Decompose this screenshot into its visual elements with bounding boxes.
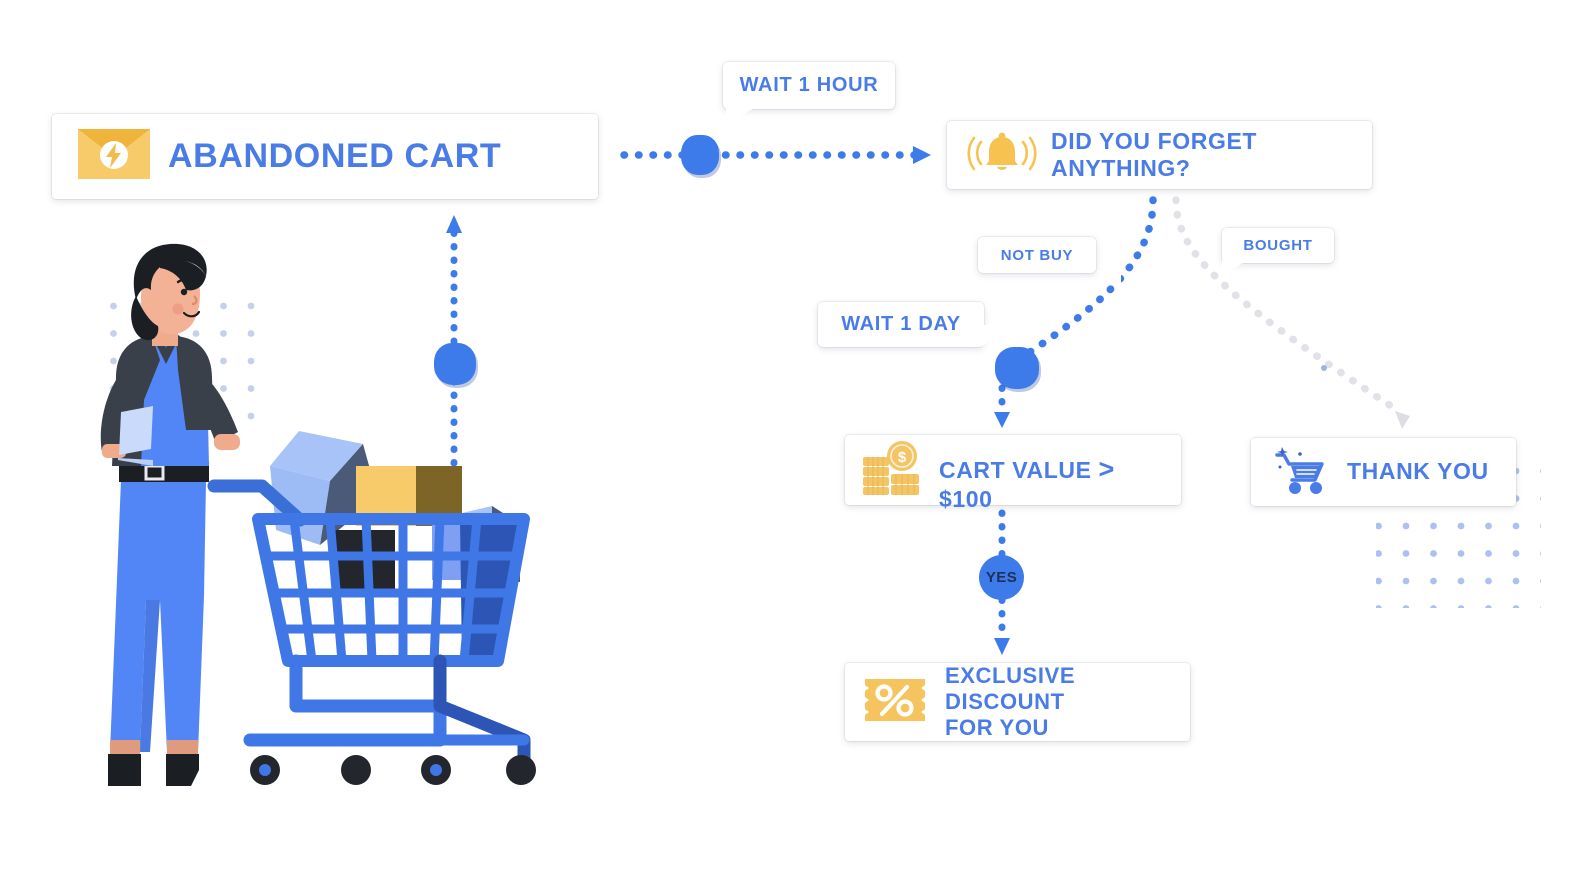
cart-wheel-2 [341,755,371,785]
woman-neck [152,320,178,346]
cart-basket [252,513,530,667]
box-blue-right-body [432,520,492,580]
node-yes-label: YES [985,569,1018,586]
bubble-bought: BOUGHT [1222,228,1334,276]
cart-handle [207,479,307,527]
arrowhead-illustration-up [446,215,462,233]
woman-shoe-left [108,754,141,786]
box-lightblue-right [320,444,378,545]
ringing-bell-icon [967,130,1037,181]
woman-shoe-left-heel [131,770,141,786]
woman-collar [152,332,180,364]
box-yellow-side [416,466,462,526]
card-did-you-forget-label: DID YOU FORGET ANYTHING? [1051,127,1258,181]
card-abandoned-cart[interactable]: ABANDONED CART [52,114,598,199]
cart-wheel-1-hub [259,764,271,776]
woman-hand-right [214,434,240,450]
card-thank-you-label: THANK YOU [1347,458,1489,485]
node-wait-1-hour[interactable] [681,135,719,175]
cart-frame [243,654,447,747]
bubble-wait-1-hour: WAIT 1 HOUR [723,62,895,125]
card-thank-you[interactable]: THANK YOU [1251,438,1516,506]
woman-arm-right [188,372,238,444]
card-did-you-forget[interactable]: DID YOU FORGET ANYTHING? [947,121,1372,189]
bubble-tail [982,325,1006,347]
arrowhead-thankyou [1395,411,1410,429]
bubble-wait-1-day-label: WAIT 1 DAY [841,313,961,335]
woman-legs [110,480,206,752]
svg-text:$: $ [898,449,907,466]
cart-basket-grid-v [289,518,482,662]
cart-basket-grid-h [265,551,518,634]
bubble-wait-1-hour-label: WAIT 1 HOUR [739,74,879,96]
bubble-not-buy-label: NOT BUY [1000,246,1074,264]
cart-value-text-pre: CART VALUE [939,457,1099,484]
edge-notbuy [1026,196,1157,356]
woman-head [141,258,200,334]
node-illustration-midpoint[interactable] [434,343,476,385]
bubble-not-buy: NOT BUY [978,237,1121,286]
woman-eyebrow [176,278,194,284]
cart-value-gt-symbol: > [1098,454,1115,485]
box-blue-right [432,506,520,540]
woman-arm-left [100,380,134,452]
woman-torso [118,336,209,466]
arrowhead-forget [913,146,931,164]
woman-nose [191,295,198,306]
node-yes-badge[interactable]: YES [979,555,1024,600]
woman-eye [180,288,188,296]
bought-stray-dot [1321,365,1327,371]
coin-stack-icon: $ [861,440,923,501]
shopping-cart-icon [1273,445,1331,500]
card-exclusive-discount[interactable]: EXCLUSIVE DISCOUNT FOR YOU [845,663,1190,741]
woman-hair-fringe [160,259,206,291]
cart-wheel-1 [250,755,280,785]
cart-basket-back [460,519,524,661]
percent-coupon-icon [861,673,929,732]
woman-cardigan-right [176,336,214,430]
bubble-tail [726,107,756,125]
arrowhead-cartvalue [994,412,1010,428]
bubble-bought-label: BOUGHT [1243,237,1313,254]
woman-paper [118,458,153,466]
woman-ankle-right [167,740,198,756]
bubble-wait-1-day: WAIT 1 DAY [818,302,1006,347]
woman-belt [119,462,209,482]
woman-belt-buckle [144,464,165,481]
woman-shoe-right [166,754,199,786]
arrowhead-discount [994,638,1010,655]
woman-hair-bun [131,296,159,341]
woman-ankle-left [110,740,140,756]
box-yellow [356,466,416,526]
woman-blush [172,303,184,315]
woman-leg-shade [140,600,160,752]
node-wait-1-day[interactable] [995,347,1039,389]
woman-cardigan-left [112,336,160,466]
card-cart-value[interactable]: $ CART VALUE > $100 [845,435,1181,512]
bubble-tail [1097,271,1121,286]
box-lightblue-left [270,466,330,545]
woman-clipboard [119,406,153,455]
diagram-canvas: ABANDONED CART DID YOU FORGET ANYTHING? [0,0,1589,885]
card-cart-value-label: CART VALUE > $100 [939,427,1165,513]
woman-hand-left [102,444,126,458]
box-lightblue-top [270,431,363,481]
woman-mouth [182,310,201,318]
cart-value-text-post: $100 [939,485,993,512]
envelope-lightning-icon [78,129,150,184]
cart-wheel-3 [421,755,451,785]
bubble-tail [1222,261,1246,276]
card-exclusive-discount-label: EXCLUSIVE DISCOUNT FOR YOU [945,663,1076,740]
woman-hair [133,243,207,300]
box-dark [335,530,395,590]
cart-frame-lower [433,654,531,769]
cart-wheel-3-hub [430,764,442,776]
card-abandoned-cart-label: ABANDONED CART [168,137,502,176]
box-blue-right-side [492,506,520,582]
cart-wheel-4 [506,755,536,785]
